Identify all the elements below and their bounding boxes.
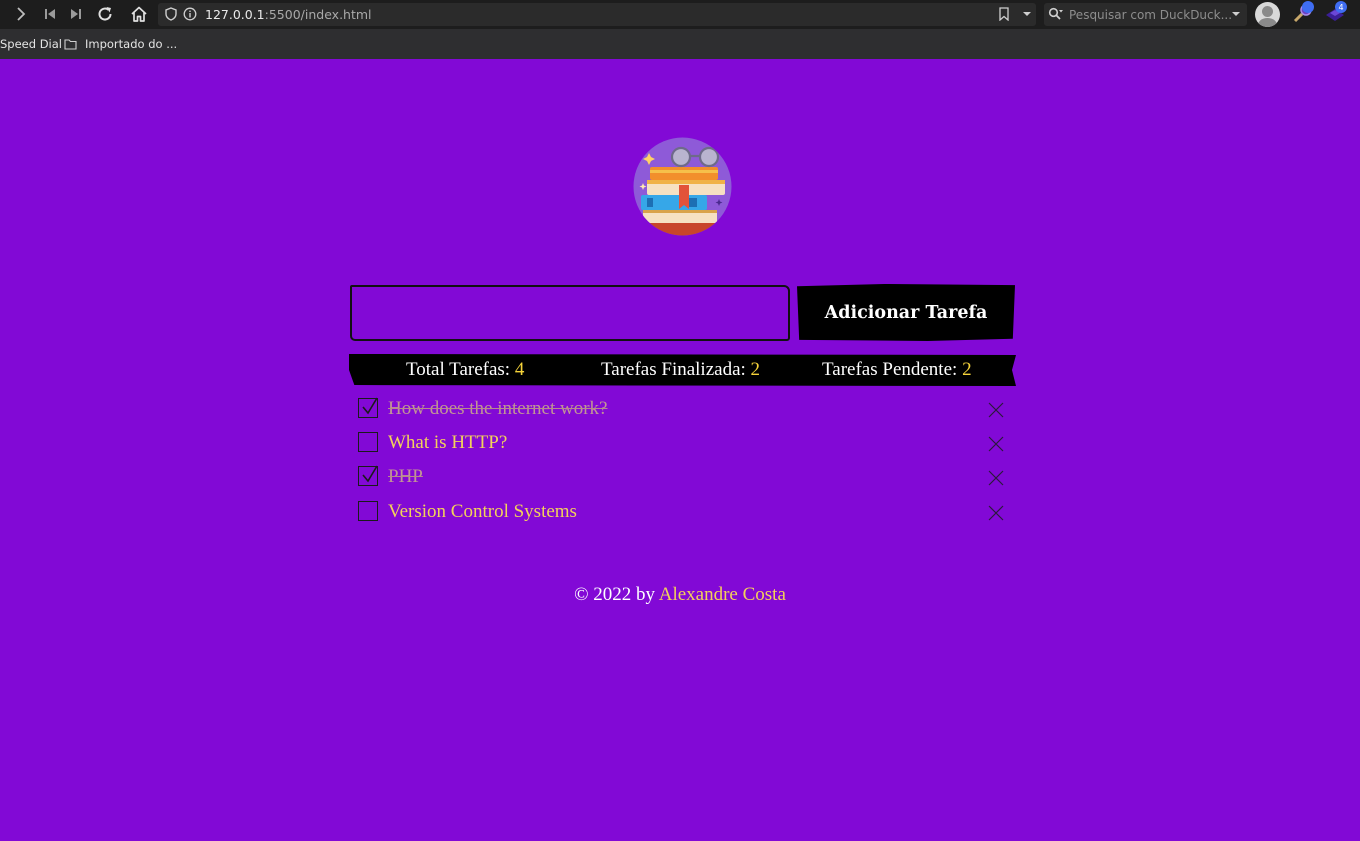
extension-badge-dot [1302,1,1314,13]
reload-icon[interactable] [94,4,116,24]
search-placeholder: Pesquisar com DuckDuck... [1069,8,1233,22]
stats-bar: Total Tarefas: 4 Tarefas Finalizada: 2 T… [349,354,1016,386]
stat-total-value: 4 [514,359,525,380]
search-bar[interactable]: Pesquisar com DuckDuck... [1044,3,1247,26]
bookmark-speed-dial[interactable]: Speed Dial [0,37,62,51]
footer: © 2022 by Alexandre Costa [0,584,1360,606]
extension-badge: 4 [1335,1,1347,13]
address-bar[interactable]: 127.0.0.1:5500/index.html [158,3,1036,26]
browser-chrome: 127.0.0.1:5500/index.html Pesquisar com … [0,0,1360,59]
task-item: What is HTTP? [358,432,1018,462]
profile-avatar[interactable] [1255,2,1280,27]
stat-pending: Tarefas Pendente: 2 [822,359,972,381]
forward-icon[interactable] [10,4,32,24]
rewind-icon[interactable] [39,4,61,24]
url-path: :5500/index.html [264,7,372,22]
close-icon [988,402,1004,418]
task-checkbox[interactable] [358,465,378,486]
url-host: 127.0.0.1 [205,7,265,22]
stat-done: Tarefas Finalizada: 2 [601,359,760,381]
author-link[interactable]: Alexandre Costa [659,584,786,605]
stat-pending-value: 2 [962,359,972,380]
task-input[interactable] [350,285,790,341]
info-icon[interactable] [179,4,201,24]
bookmark-imported-folder[interactable]: Importado do ... [85,37,177,51]
task-checkbox[interactable] [358,501,378,521]
task-checkbox[interactable] [358,432,378,452]
books-logo [633,137,732,236]
task-text: Version Control Systems [388,501,577,522]
stat-total-label: Total Tarefas: [406,359,511,380]
folder-icon [61,34,79,54]
url-text: 127.0.0.1:5500/index.html [205,7,372,22]
close-icon [988,505,1004,521]
browser-toolbar: 127.0.0.1:5500/index.html Pesquisar com … [0,0,1360,29]
task-item: Version Control Systems [358,501,1018,531]
task-checkbox[interactable] [358,397,378,418]
stat-pending-label: Tarefas Pendente: [822,359,958,380]
close-icon [988,470,1004,486]
home-icon[interactable] [128,4,150,24]
stat-done-label: Tarefas Finalizada: [601,359,746,380]
checkmark-icon [362,465,378,483]
delete-task-icon[interactable] [986,468,1006,488]
task-text: How does the internet work? [388,398,608,419]
fast-forward-icon[interactable] [65,4,87,24]
task-text: PHP [388,466,423,487]
stat-total: Total Tarefas: 4 [406,359,524,381]
stat-done-value: 2 [750,359,761,380]
checkmark-icon [362,397,378,415]
delete-task-icon[interactable] [986,503,1006,523]
chevron-down-icon[interactable] [1225,4,1247,24]
bookmark-icon[interactable] [993,4,1015,24]
task-item: PHP [358,465,1018,496]
chevron-down-icon[interactable] [1016,4,1038,24]
bookmarks-bar: Speed Dial Importado do ... [0,29,1360,59]
footer-copyright: © 2022 by [574,584,656,605]
task-text: What is HTTP? [388,432,508,453]
delete-task-icon[interactable] [986,434,1006,454]
close-icon [988,436,1004,452]
task-item: How does the internet work? [358,397,1018,428]
delete-task-icon[interactable] [986,400,1006,420]
search-icon [1045,4,1067,24]
add-task-button[interactable]: Adicionar Tarefa [797,284,1015,341]
